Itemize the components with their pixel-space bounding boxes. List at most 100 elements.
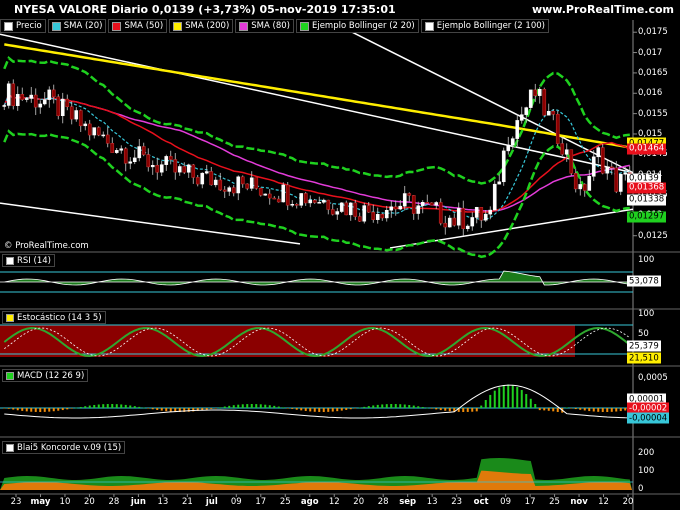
x-tick-label: 17	[255, 497, 267, 507]
legend-item[interactable]: SMA (50)	[108, 19, 168, 33]
legend-label: SMA (50)	[124, 21, 164, 31]
legend-label: SMA (200)	[185, 21, 230, 31]
macd-histogram-bar	[363, 406, 366, 408]
y-tick-label: 0,0165	[638, 67, 668, 78]
macd-histogram-bar	[246, 404, 249, 408]
x-tick-label: jul	[205, 497, 218, 507]
macd-line	[4, 384, 630, 419]
x-tick-label: jun	[130, 497, 146, 507]
candle	[290, 204, 295, 206]
koncorde-tick-0: 0	[638, 484, 644, 494]
candle	[249, 177, 254, 189]
candle	[506, 144, 511, 152]
candle	[609, 166, 614, 169]
macd-histogram-bar	[232, 405, 235, 408]
macd-histogram-bar	[426, 407, 429, 409]
macd-histogram-bar	[273, 405, 276, 408]
macd-histogram-bar	[111, 404, 114, 408]
macd-panel-label[interactable]: MACD (12 26 9)	[2, 369, 89, 382]
macd-histogram-bar	[570, 408, 573, 409]
macd-histogram-bar	[624, 408, 627, 411]
macd-histogram-bar	[574, 408, 577, 410]
macd-histogram-bar	[151, 408, 154, 410]
candle	[434, 202, 439, 206]
legend-label: SMA (80)	[251, 21, 290, 31]
x-tick-label: may	[30, 497, 51, 507]
candle	[470, 217, 475, 227]
candle	[573, 173, 578, 190]
candle	[114, 150, 119, 153]
candle	[272, 197, 277, 200]
legend-item[interactable]: Ejemplo Bollinger (2 100)	[420, 19, 549, 33]
candle	[366, 205, 371, 213]
candle	[465, 225, 470, 229]
candle	[281, 184, 286, 203]
candle	[384, 209, 389, 219]
macd-badge-bottom: -0,00004	[627, 412, 670, 424]
macd-histogram-bar	[399, 404, 402, 408]
macd-histogram-bar	[75, 407, 78, 409]
rsi-panel-label[interactable]: RSI (14)	[2, 254, 55, 267]
y-tick-label: 0,017	[638, 47, 663, 58]
candle	[600, 147, 605, 174]
candle	[483, 213, 488, 221]
legend-item[interactable]: SMA (80)	[235, 19, 294, 33]
macd-histogram-bar	[79, 406, 82, 408]
candle	[182, 166, 187, 173]
macd-histogram-bar	[502, 385, 505, 408]
x-tick-label: sep	[399, 497, 417, 507]
macd-histogram-bar	[408, 404, 411, 408]
macd-histogram-bar	[331, 408, 334, 412]
candle	[141, 146, 146, 155]
macd-histogram-bar	[93, 404, 96, 408]
candle	[411, 195, 416, 214]
macd-histogram-bar	[471, 408, 474, 412]
macd-histogram-bar	[34, 408, 37, 412]
x-tick-label: 12	[328, 497, 340, 507]
macd-histogram-bar	[129, 405, 132, 408]
candle	[213, 179, 218, 186]
candle	[6, 83, 11, 106]
macd-histogram-bar	[588, 408, 591, 412]
macd-histogram-bar	[394, 404, 397, 408]
legend-item[interactable]: SMA (200)	[169, 19, 234, 33]
legend-swatch-icon	[239, 21, 249, 31]
sma50-line	[3, 93, 631, 214]
candle	[497, 181, 502, 185]
legend-swatch-icon	[173, 21, 183, 31]
stoch-label-text: Estocástico (14 3 5)	[17, 312, 102, 323]
candle	[2, 105, 7, 107]
candle	[258, 188, 263, 196]
brand-link[interactable]: www.ProRealTime.com	[532, 3, 674, 16]
candle	[218, 179, 223, 191]
candle	[456, 208, 461, 226]
macd-histogram-bar	[439, 408, 442, 411]
macd-histogram-bar	[327, 408, 330, 412]
x-tick-label: 21	[181, 497, 193, 507]
candle	[236, 176, 241, 194]
legend-item[interactable]: SMA (20)	[47, 19, 107, 33]
macd-histogram-bar	[601, 408, 604, 412]
macd-histogram-bar	[228, 405, 231, 408]
stoch-panel-label[interactable]: Estocástico (14 3 5)	[2, 311, 106, 324]
legend-item[interactable]: Precio	[0, 19, 46, 33]
macd-histogram-bar	[169, 408, 172, 412]
koncorde-panel-label[interactable]: Blai5 Koncorde v.09 (15)	[2, 441, 126, 454]
candle	[105, 134, 110, 144]
x-tick-label: 09	[500, 497, 512, 507]
macd-swatch-icon	[6, 371, 14, 380]
macd-histogram-bar	[57, 408, 60, 411]
y-tick-label: 0,0125	[638, 230, 668, 241]
candle	[78, 110, 83, 127]
x-tick-label: 23	[451, 497, 463, 507]
x-tick-label: 17	[524, 497, 536, 507]
macd-histogram-bar	[565, 407, 568, 408]
macd-histogram-bar	[147, 408, 150, 409]
candle	[321, 199, 326, 203]
rsi-value-badge: 53,078	[627, 275, 661, 287]
legend-item[interactable]: Ejemplo Bollinger (2 20)	[295, 19, 419, 33]
rsi-area	[0, 270, 633, 286]
macd-histogram-bar	[304, 408, 307, 411]
candle	[596, 147, 601, 158]
macd-histogram-bar	[376, 404, 379, 408]
